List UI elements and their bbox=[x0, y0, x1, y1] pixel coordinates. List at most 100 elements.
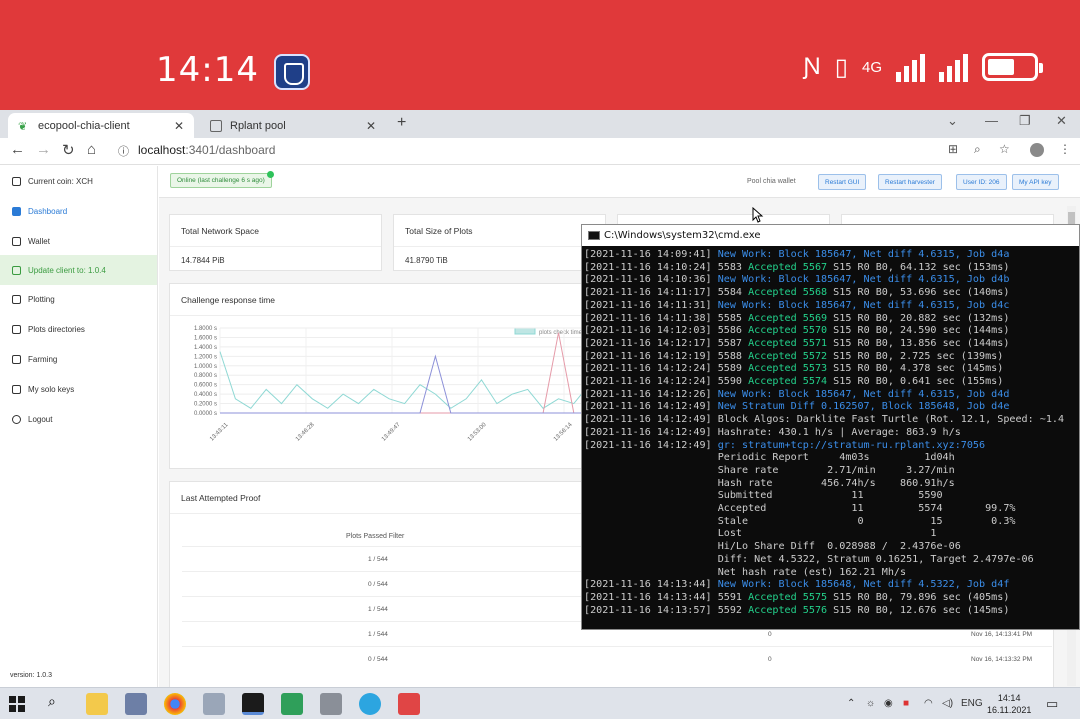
console-text: Share rate 2.71/min 3.27/min bbox=[717, 464, 955, 476]
back-icon[interactable]: ← bbox=[10, 141, 25, 158]
chevron-up-icon[interactable]: ⌃ bbox=[847, 698, 855, 709]
tray-icon-3[interactable]: ■ bbox=[903, 698, 909, 709]
console-timestamp: [2021-11-16 14:12:03] bbox=[584, 325, 712, 337]
user-id-button[interactable]: User ID: 206 bbox=[956, 174, 1007, 190]
search-icon[interactable]: ⌕ bbox=[48, 693, 70, 715]
sidebar-item-update[interactable]: Update client to: 1.0.4 bbox=[0, 255, 157, 285]
cmd-window[interactable]: C:\Windows\system32\cmd.exe [2021-11-16 … bbox=[581, 224, 1080, 630]
menu-icon[interactable]: ⋮ bbox=[1059, 142, 1071, 156]
chevron-down-icon[interactable]: ⌄ bbox=[947, 113, 958, 129]
cmd-console-output[interactable]: [2021-11-16 14:09:41] New Work: Block 18… bbox=[584, 249, 1079, 618]
console-timestamp: [2021-11-16 14:12:19] bbox=[584, 350, 712, 362]
console-text: New Work: Block 185647, Net diff 4.6315,… bbox=[717, 249, 1010, 260]
language-indicator[interactable]: ENG bbox=[961, 698, 983, 709]
console-text: S15 R0 B0, 64.132 sec (153ms) bbox=[827, 261, 1010, 273]
restart-gui-button[interactable]: Restart GUI bbox=[818, 174, 867, 190]
console-text: 5592 bbox=[717, 604, 749, 616]
app-icon[interactable] bbox=[203, 693, 225, 715]
console-line: Hi/Lo Share Diff 0.028988 / 2.4376e-06 bbox=[584, 541, 1079, 554]
sidebar-item-solo-keys[interactable]: My solo keys bbox=[0, 374, 157, 404]
notification-icon[interactable]: ▭ bbox=[1046, 696, 1058, 712]
console-text: Accepted 5568 bbox=[748, 287, 828, 299]
terminal-icon bbox=[588, 231, 600, 240]
wifi-icon[interactable]: ◠ bbox=[924, 698, 933, 709]
console-timestamp: [2021-11-16 14:12:24] bbox=[584, 363, 712, 375]
star-icon[interactable]: ☆ bbox=[999, 142, 1010, 156]
phone-status-icons: Ɲ ▯ 4G bbox=[803, 52, 1043, 82]
reload-icon[interactable]: ↻ bbox=[62, 141, 75, 159]
console-text: S15 R0 B0, 79.896 sec (405ms) bbox=[827, 591, 1010, 603]
tool-icon[interactable] bbox=[320, 693, 342, 715]
restart-harvester-button[interactable]: Restart harvester bbox=[878, 174, 942, 190]
api-key-button[interactable]: My API key bbox=[1012, 174, 1059, 190]
console-text: 5583 bbox=[717, 261, 749, 273]
close-icon[interactable]: ✕ bbox=[174, 119, 184, 133]
console-timestamp bbox=[584, 541, 712, 552]
cmd-taskbar-icon[interactable] bbox=[242, 693, 264, 715]
file-explorer-icon[interactable] bbox=[86, 693, 108, 715]
cmd-titlebar[interactable]: C:\Windows\system32\cmd.exe bbox=[582, 225, 1079, 246]
address-bar[interactable]: localhost:3401/dashboard bbox=[138, 143, 275, 157]
console-line: [2021-11-16 14:13:57] 5592 Accepted 5576… bbox=[584, 604, 1079, 618]
phone-clock: 14:14 bbox=[156, 50, 259, 90]
sidebar-item-current-coin[interactable]: Current coin: XCH bbox=[0, 166, 157, 196]
network-app-icon[interactable] bbox=[125, 693, 147, 715]
online-dot bbox=[267, 171, 274, 178]
console-timestamp: [2021-11-16 14:12:17] bbox=[584, 337, 712, 349]
forward-icon[interactable]: → bbox=[36, 141, 51, 158]
tray-icon[interactable]: ☼ bbox=[866, 698, 875, 709]
console-text: New Work: Block 185647, Net diff 4.6315,… bbox=[717, 274, 1010, 286]
console-line: [2021-11-16 14:12:24] 5590 Accepted 5574… bbox=[584, 376, 1079, 389]
home-icon[interactable]: ⌂ bbox=[87, 141, 96, 158]
console-text: Accepted 5569 bbox=[748, 312, 828, 324]
console-text: Stale 0 15 0.3% bbox=[717, 515, 1016, 527]
console-text: Accepted 5573 bbox=[748, 363, 828, 375]
tray-icon-2[interactable]: ◉ bbox=[884, 698, 893, 709]
taskbar-clock[interactable]: 14:14 16.11.2021 bbox=[987, 692, 1031, 716]
console-timestamp: [2021-11-16 14:12:49] bbox=[584, 401, 712, 413]
sidebar-item-dashboard[interactable]: Dashboard bbox=[0, 196, 157, 226]
console-line: Submitted 11 5590 bbox=[584, 490, 1079, 503]
y-tick-label: 1.0000 s bbox=[194, 364, 217, 370]
console-timestamp bbox=[584, 490, 712, 501]
telegram-icon[interactable] bbox=[359, 693, 381, 715]
volume-icon[interactable]: ◁) bbox=[942, 698, 953, 709]
translate-icon[interactable]: ⊞ bbox=[948, 142, 958, 156]
tab-label: ecopool-chia-client bbox=[38, 119, 130, 132]
console-timestamp: [2021-11-16 14:12:49] bbox=[584, 439, 712, 451]
url-path: :3401/dashboard bbox=[185, 143, 276, 157]
sidebar-item-wallet[interactable]: Wallet bbox=[0, 226, 157, 256]
search-icon[interactable]: ⌕ bbox=[974, 142, 981, 157]
tab-ecopool[interactable]: ❦ ecopool-chia-client ✕ bbox=[8, 113, 194, 138]
close-window-icon[interactable]: ✕ bbox=[1056, 113, 1067, 129]
chia-icon[interactable] bbox=[281, 693, 303, 715]
console-line: [2021-11-16 14:10:24] 5583 Accepted 5567… bbox=[584, 261, 1079, 275]
console-timestamp bbox=[584, 465, 712, 476]
proof-title: Last Attempted Proof bbox=[181, 493, 261, 503]
restore-icon[interactable]: ❐ bbox=[1019, 113, 1031, 129]
console-text: 5585 bbox=[717, 312, 749, 324]
console-timestamp: [2021-11-16 14:11:38] bbox=[584, 312, 712, 324]
profile-avatar[interactable] bbox=[1030, 143, 1044, 157]
info-icon[interactable]: ⓘ bbox=[118, 143, 129, 159]
y-tick-label: 1.6000 s bbox=[194, 335, 217, 341]
tab-rplant[interactable]: Rplant pool ✕ bbox=[200, 113, 386, 138]
sidebar-item-label: Farming bbox=[28, 354, 58, 364]
chrome-icon[interactable] bbox=[164, 693, 186, 715]
sidebar-item-farming[interactable]: Farming bbox=[0, 344, 157, 374]
close-icon[interactable]: ✕ bbox=[366, 119, 376, 133]
sidebar-item-plotting[interactable]: Plotting bbox=[0, 284, 157, 314]
x-tick-label: 13:53:00 bbox=[467, 421, 488, 442]
legend-label: plots check time bbox=[539, 330, 583, 336]
sidebar-item-plots-directories[interactable]: Plots directories bbox=[0, 314, 157, 344]
pool-wallet-link[interactable]: Pool chia wallet bbox=[747, 178, 796, 185]
anydesk-icon[interactable] bbox=[398, 693, 420, 715]
console-line: [2021-11-16 14:12:19] 5588 Accepted 5572… bbox=[584, 350, 1079, 364]
console-line: Accepted 11 5574 99.7% bbox=[584, 503, 1079, 516]
console-text: gr: stratum+tcp://stratum-ru.rplant.xyz:… bbox=[717, 439, 986, 451]
minimize-icon[interactable]: — bbox=[985, 113, 998, 128]
new-tab-button[interactable]: + bbox=[397, 114, 406, 132]
console-text: 5587 bbox=[717, 337, 749, 349]
windows-start-icon[interactable] bbox=[8, 695, 28, 713]
sidebar-item-logout[interactable]: Logout bbox=[0, 404, 157, 434]
